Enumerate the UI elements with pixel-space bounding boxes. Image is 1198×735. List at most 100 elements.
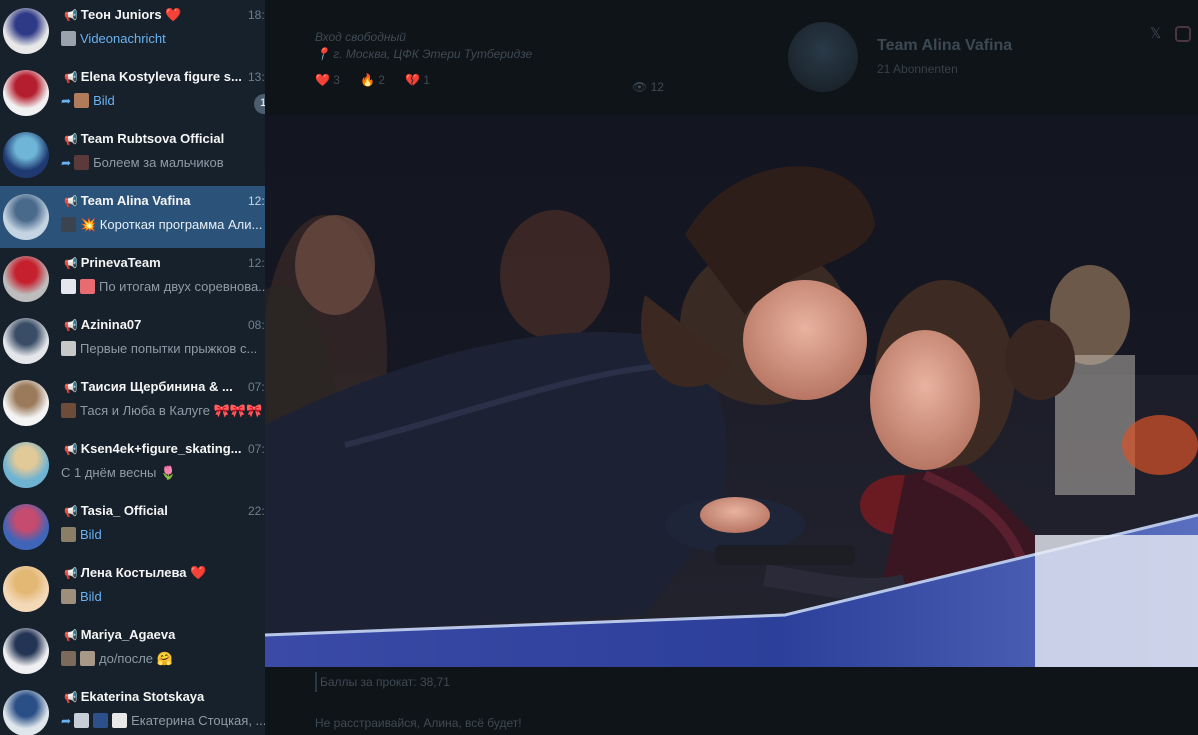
chat-preview-text: Первые попытки прыжков с... <box>80 341 258 356</box>
chat-preview: 💥 Короткая программа Али... <box>61 217 265 233</box>
chat-title: 📢 Ekaterina Stotskaya <box>64 689 244 704</box>
video-frame <box>265 115 1198 667</box>
megaphone-icon: 📢 <box>64 258 78 270</box>
chat-preview-text: Тася и Люба в Калуге 🎀🎀🎀 <box>80 403 263 418</box>
chat-preview-text: Bild <box>80 527 102 542</box>
preview-thumbnail <box>112 713 128 728</box>
megaphone-icon: 📢 <box>64 568 78 580</box>
megaphone-icon: 📢 <box>64 320 78 332</box>
chat-list-item[interactable]: 📢 Team Alina Vafina 12: 💥 Короткая программ… <box>0 186 265 248</box>
chat-title-text: Mariya_Agaeva <box>80 627 176 642</box>
reaction-heart[interactable]: ❤️ 3 <box>315 73 340 87</box>
chat-title-text: Tasia_ Official <box>80 503 168 518</box>
chat-preview: Bild <box>61 527 265 542</box>
megaphone-icon: 📢 <box>64 196 78 208</box>
chat-preview: Bild <box>61 589 265 604</box>
chat-preview: С 1 днём весны 🌷 <box>61 465 265 481</box>
chat-preview: ➦ Екатерина Стоцкая, ... <box>61 713 265 728</box>
preview-thumbnail <box>61 31 76 46</box>
eye-icon: 👁 <box>632 80 648 94</box>
megaphone-icon: 📢 <box>64 382 78 394</box>
chat-time: 13: <box>248 70 265 84</box>
preview-thumbnail <box>80 651 95 666</box>
chat-title: 📢 Team Alina Vafina <box>64 193 244 208</box>
chat-preview: до/после 🤗 <box>61 651 265 667</box>
views-count: 👁 12 <box>632 80 664 94</box>
forward-arrow-icon: ➦ <box>61 156 72 170</box>
post-line-1: Вход свободный <box>315 30 406 44</box>
chat-title: 📢 PrinevaTeam <box>64 255 244 270</box>
preview-thumbnail <box>61 403 76 418</box>
chat-list-item[interactable]: 📢 Лена Костылева ❤️ Bild <box>0 558 265 620</box>
unread-badge: 1 <box>254 94 265 114</box>
forward-arrow-icon: ➦ <box>61 714 72 728</box>
chat-title: 📢 Team Rubtsova Official <box>64 131 244 146</box>
telegram-window: Вход свободный 📍 г. Москва, ЦФК Этери Ту… <box>0 0 1198 735</box>
chat-title-text: Таисия Щербинина & ... <box>80 379 233 394</box>
channel-title[interactable]: Team Alina Vafina <box>877 37 1012 55</box>
chat-time: 22: <box>248 504 265 518</box>
chat-avatar <box>3 8 49 54</box>
chat-avatar <box>3 566 49 612</box>
post-line-2: 📍 г. Москва, ЦФК Этери Тутберидзе <box>315 47 533 61</box>
chat-list-item[interactable]: 📢 Таисия Щербинина & ... 07: Тася и Люба в … <box>0 372 265 434</box>
chat-list-item[interactable]: 📢 Azinina07 08: Первые попытки прыжков с... <box>0 310 265 372</box>
chat-time: 12: <box>248 256 265 270</box>
chat-list-item[interactable]: 📢 Mariya_Agaeva до/после 🤗 <box>0 620 265 682</box>
chat-title: 📢 Теон Juniors ❤️ <box>64 7 244 23</box>
chat-preview: Первые попытки прыжков с... <box>61 341 265 356</box>
chat-title: 📢 Mariya_Agaeva <box>64 627 244 642</box>
chat-avatar <box>3 318 49 364</box>
media-viewer-video[interactable] <box>265 115 1198 667</box>
chat-list-item[interactable]: 📢 Team Rubtsova Official ➦ Болеем за мальчи… <box>0 124 265 186</box>
chat-preview: ➦ Болеем за мальчиков <box>61 155 265 170</box>
chat-title-text: Elena Kostyleva figure s... <box>80 69 242 84</box>
chat-preview-text: Bild <box>80 589 102 604</box>
chat-preview: Тася и Люба в Калуге 🎀🎀🎀 <box>61 403 265 419</box>
preview-thumbnail <box>74 155 90 170</box>
instagram-icon[interactable] <box>1175 26 1191 42</box>
chat-title-text: PrinevaTeam <box>80 255 161 270</box>
preview-thumbnail <box>80 279 95 294</box>
chat-preview-text: Болеем за мальчиков <box>93 155 224 170</box>
chat-list-sidebar: 📢 Теон Juniors ❤️ 18: Videonachricht 📢 Elena … <box>0 0 265 735</box>
comment-line: Не расстраивайся, Алина, всё будет! <box>315 716 522 730</box>
quote-bar <box>315 672 465 692</box>
chat-avatar <box>3 256 49 302</box>
preview-thumbnail <box>61 279 76 294</box>
chat-time: 07: <box>248 442 265 456</box>
chat-avatar <box>3 70 49 116</box>
chat-title-text: Лена Костылева ❤️ <box>80 565 207 580</box>
preview-thumbnail <box>61 651 76 666</box>
preview-thumbnail <box>74 93 90 108</box>
channel-avatar[interactable] <box>788 22 858 92</box>
chat-list-item[interactable]: 📢 Теон Juniors ❤️ 18: Videonachricht <box>0 0 265 62</box>
x-logo-icon[interactable]: 𝕏 <box>1150 25 1161 42</box>
megaphone-icon: 📢 <box>64 692 78 704</box>
chat-list-item[interactable]: 📢 Ekaterina Stotskaya ➦ Екатерина Стоцкая, … <box>0 682 265 735</box>
chat-preview-text: Екатерина Стоцкая, ... <box>131 713 265 728</box>
chat-avatar <box>3 132 49 178</box>
preview-thumbnail <box>61 527 76 542</box>
chat-title: 📢 Tasia_ Official <box>64 503 244 518</box>
chat-title: 📢 Azinina07 <box>64 317 244 332</box>
chat-preview-text: С 1 днём весны 🌷 <box>61 465 177 480</box>
chat-title-text: Ekaterina Stotskaya <box>80 689 205 704</box>
chat-list-item[interactable]: 📢 PrinevaTeam 12: По итогам двух соревнова.… <box>0 248 265 310</box>
reaction-broken-heart[interactable]: 💔 1 <box>405 73 430 87</box>
chat-avatar <box>3 380 49 426</box>
preview-thumbnail <box>61 589 76 604</box>
chat-list-item[interactable]: 📢 Ksen4ek+figure_skating... 07: С 1 днём ве… <box>0 434 265 496</box>
chat-title-text: Теон Juniors ❤️ <box>80 7 182 22</box>
preview-thumbnail <box>61 217 76 232</box>
chat-list-item[interactable]: 📢 Elena Kostyleva figure s... 13: ➦ Bild 1 <box>0 62 265 124</box>
chat-list-item[interactable]: 📢 Tasia_ Official 22: Bild <box>0 496 265 558</box>
chat-title-text: Team Rubtsova Official <box>80 131 225 146</box>
reaction-fire[interactable]: 🔥 2 <box>360 73 385 87</box>
preview-thumbnail <box>61 341 76 356</box>
views-number: 12 <box>650 80 664 94</box>
chat-avatar <box>3 690 49 735</box>
chat-title: 📢 Лена Костылева ❤️ <box>64 565 244 581</box>
chat-preview-text: Videonachricht <box>80 31 166 46</box>
chat-title: 📢 Ksen4ek+figure_skating... <box>64 441 244 456</box>
